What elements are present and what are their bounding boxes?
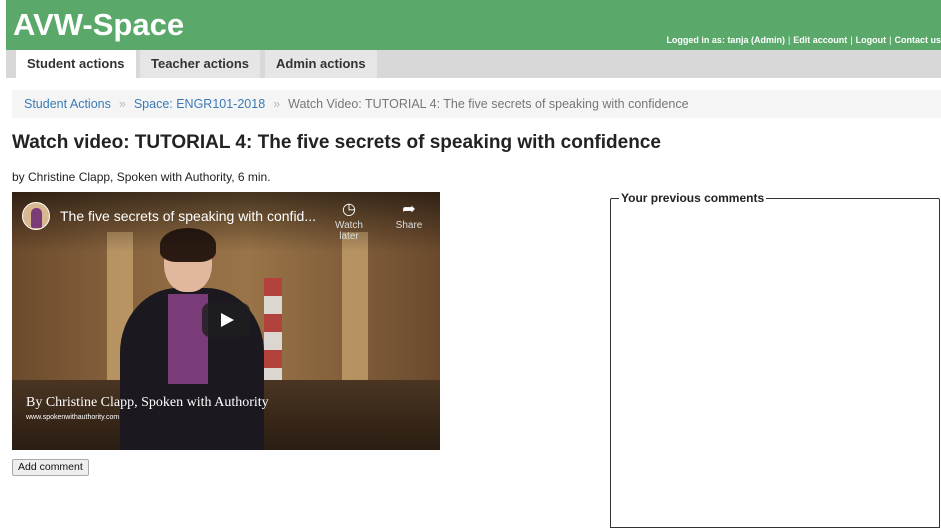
previous-comments-legend: Your previous comments (619, 191, 767, 205)
video-caption: By Christine Clapp, Spoken with Authorit… (26, 395, 269, 410)
logged-in-label: Logged in as: tanja (Admin) (666, 35, 785, 45)
video-speaker (112, 228, 272, 450)
share-label: Share (395, 220, 423, 231)
add-comment-button[interactable]: Add comment (12, 459, 89, 476)
user-bar: Logged in as: tanja (Admin) | Edit account… (666, 35, 941, 45)
video-player[interactable]: The five secrets of speaking with confid… (12, 192, 440, 450)
share-button[interactable]: ➦ Share (384, 200, 434, 231)
app-logo[interactable]: AVW-Space (13, 7, 184, 43)
previous-comments-box: Your previous comments (610, 191, 940, 528)
breadcrumb-space[interactable]: Space: ENGR101-2018 (134, 97, 265, 111)
video-title[interactable]: The five secrets of speaking with confid… (60, 208, 316, 224)
contact-us-link[interactable]: Contact us (894, 35, 941, 45)
video-column (342, 232, 368, 392)
video-byline: by Christine Clapp, Spoken with Authorit… (12, 170, 271, 184)
tab-teacher-actions[interactable]: Teacher actions (140, 50, 261, 78)
tab-student-actions[interactable]: Student actions (16, 50, 136, 78)
watch-later-label: Watch later (335, 220, 363, 242)
play-button[interactable] (202, 303, 250, 337)
breadcrumb-student-actions[interactable]: Student Actions (24, 97, 111, 111)
channel-avatar[interactable] (22, 202, 50, 230)
breadcrumb-separator: » (118, 97, 126, 111)
logout-link[interactable]: Logout (856, 35, 887, 45)
clock-icon: ◷ (342, 201, 356, 218)
tab-bar: Student actions Teacher actions Admin ac… (6, 50, 941, 78)
watch-later-button[interactable]: ◷ Watch later (324, 200, 374, 242)
video-caption-url: www.spokenwithauthority.com (26, 414, 120, 421)
breadcrumb-current: Watch Video: TUTORIAL 4: The five secret… (288, 97, 689, 111)
share-icon: ➦ (402, 201, 416, 218)
app-header: AVW-Space Logged in as: tanja (Admin) | Ed… (6, 0, 941, 50)
breadcrumb-separator: » (273, 97, 281, 111)
breadcrumb: Student Actions » Space: ENGR101-2018 » Watc… (12, 90, 941, 118)
tab-admin-actions[interactable]: Admin actions (265, 50, 377, 78)
page-title: Watch video: TUTORIAL 4: The five secret… (12, 132, 661, 153)
edit-account-link[interactable]: Edit account (793, 35, 847, 45)
